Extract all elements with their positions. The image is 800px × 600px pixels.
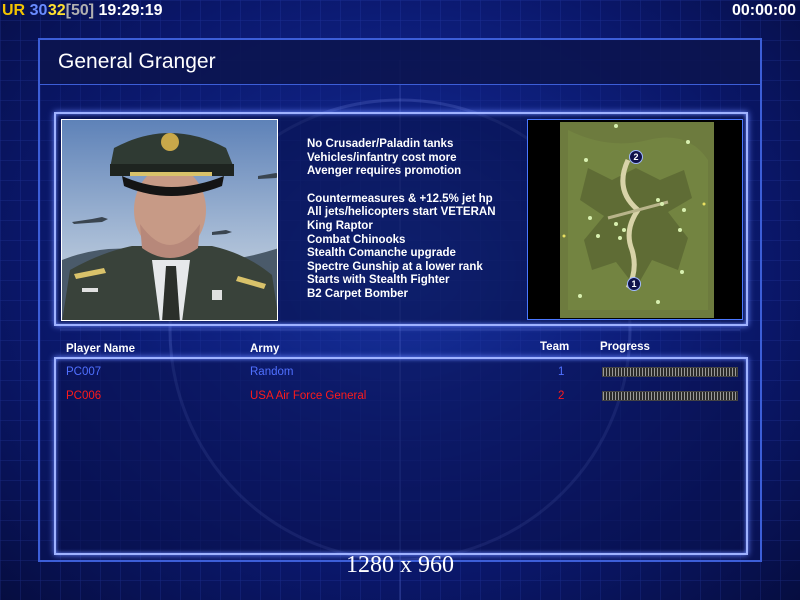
hud-fps: 30 — [29, 2, 48, 19]
player-name-header: Player Name — [66, 343, 136, 355]
hud-players: 32 — [47, 2, 66, 19]
trait-item: Vehicles/infantry cost more — [307, 151, 457, 164]
army-header: Army — [250, 343, 280, 355]
player-name: PC007 — [66, 366, 102, 378]
player-army: Random — [250, 366, 294, 378]
trait-item: No Crusader/Paladin tanks — [307, 138, 454, 150]
map-start-marker-1: 1 — [627, 277, 641, 291]
title-bar: General Granger — [40, 40, 760, 85]
page-title: General Granger — [58, 50, 216, 73]
hud-clock: 19:29:19 — [98, 2, 163, 19]
player-name: PC006 — [66, 390, 102, 402]
hud-timer: 00:00:00 — [731, 2, 796, 19]
trait-item: Combat Chinooks — [307, 233, 406, 246]
resolution-label: 1280 x 960 — [346, 552, 454, 578]
hud-max-players: [50] — [65, 2, 95, 19]
player-progress-bar — [602, 367, 738, 377]
player-progress-bar — [602, 391, 738, 401]
map-start-marker-2-label: 2 — [633, 152, 639, 162]
trait-item: B2 Carpet Bomber — [307, 287, 408, 300]
trait-item: Spectre Gunship at a lower rank — [307, 260, 483, 273]
player-list-panel — [54, 357, 748, 555]
general-traits-list: No Crusader/Paladin tanks Vehicles/infan… — [307, 138, 496, 302]
trait-item: Stealth Comanche upgrade — [307, 247, 456, 260]
progress-header: Progress — [600, 341, 650, 353]
hud-status: UR 30 32[50] 19:29:19 — [2, 2, 163, 20]
trait-item: Countermeasures & +12.5% jet hp — [307, 192, 493, 205]
player-team: 1 — [558, 366, 565, 378]
player-team: 2 — [558, 390, 565, 402]
player-army: USA Air Force General — [250, 390, 367, 402]
map-start-marker-1-label: 1 — [631, 279, 637, 289]
hud-rank: UR — [2, 2, 26, 19]
trait-item: All jets/helicopters start VETERAN — [307, 206, 496, 219]
trait-item: Starts with Stealth Fighter — [307, 274, 450, 287]
general-portrait — [61, 119, 278, 321]
map-start-marker-2: 2 — [629, 150, 643, 164]
map-preview: 2 1 — [527, 119, 743, 320]
trait-item: Avenger requires promotion — [307, 165, 462, 178]
team-header: Team — [540, 341, 570, 353]
trait-item: King Raptor — [307, 219, 373, 232]
